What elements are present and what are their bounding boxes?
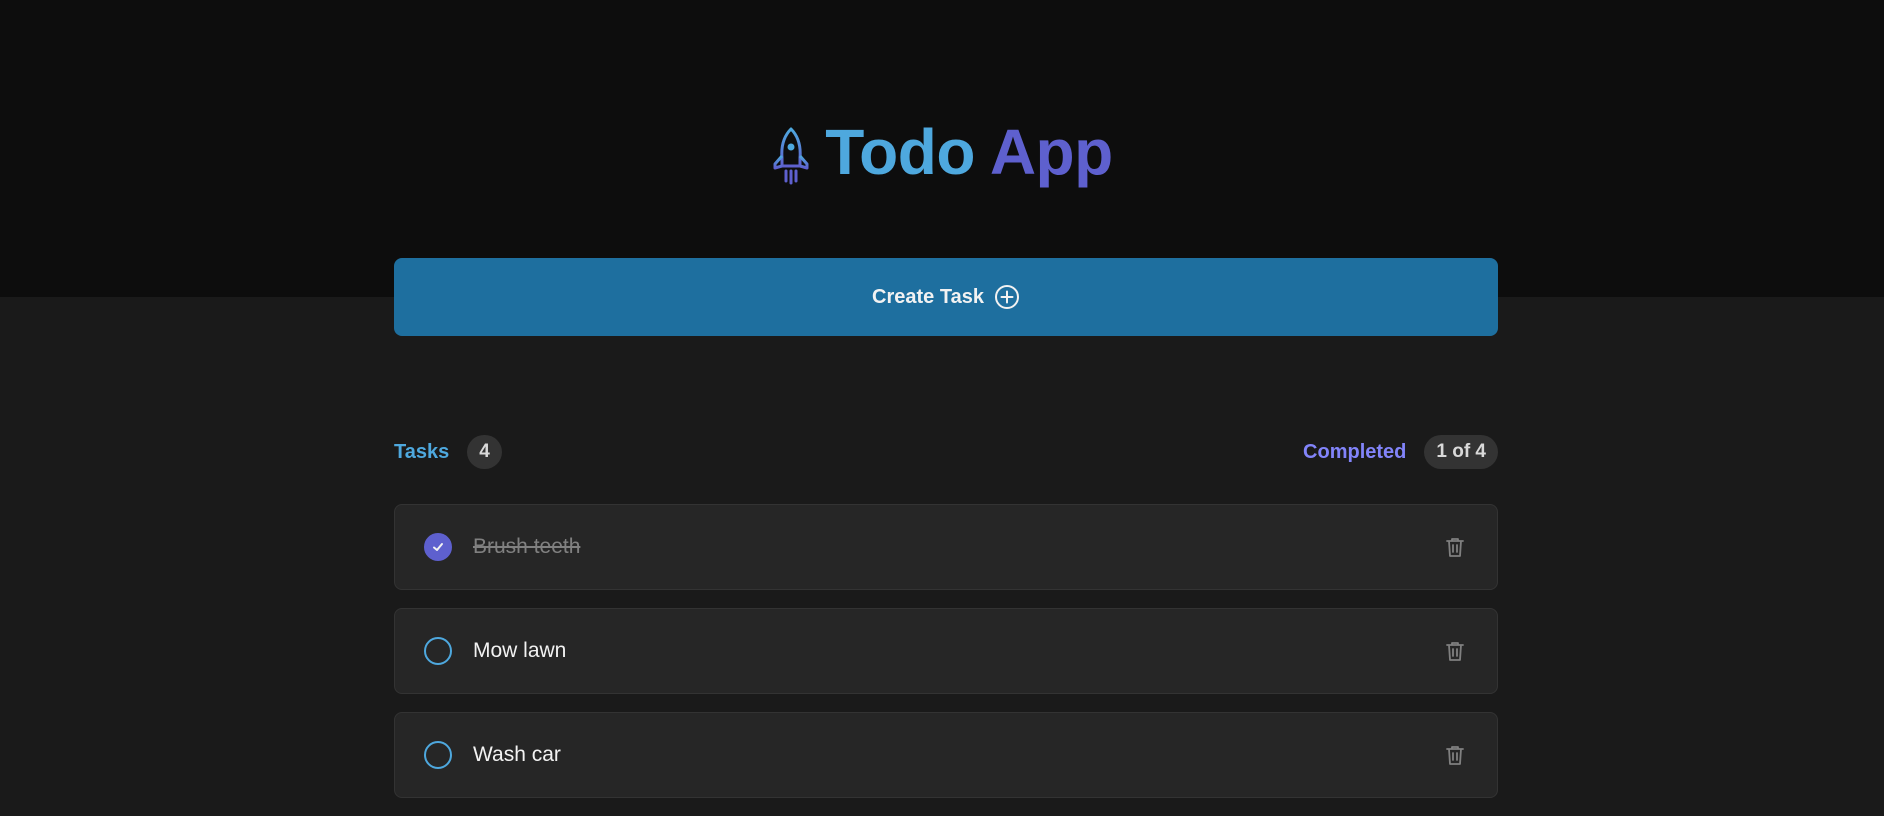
task-text: Mow lawn — [473, 639, 567, 662]
create-task-button[interactable]: Create Task — [394, 258, 1498, 336]
tasks-label: Tasks — [394, 440, 450, 463]
task-item: Mow lawn — [394, 608, 1498, 694]
brand: Todo App — [0, 112, 1884, 192]
task-item: Brush teeth — [394, 504, 1498, 590]
task-item: Wash car — [394, 712, 1498, 798]
trash-icon[interactable] — [1443, 639, 1467, 663]
app-title-word2: App — [989, 116, 1113, 188]
trash-icon[interactable] — [1443, 743, 1467, 767]
task-checkbox[interactable] — [424, 637, 452, 665]
check-icon — [433, 543, 443, 551]
plus-circle-icon — [994, 285, 1019, 309]
tasks-count-badge: 4 — [467, 435, 502, 469]
create-task-label: Create Task — [872, 285, 984, 308]
trash-icon[interactable] — [1443, 535, 1467, 559]
task-text: Wash car — [473, 743, 561, 766]
completed-label: Completed — [1303, 440, 1407, 463]
app-title-word1: Todo — [825, 116, 975, 188]
rocket-icon — [773, 127, 809, 185]
task-list: Brush teeth Mow lawn Wash car — [394, 504, 1498, 816]
completed-count-group: Completed 1 of 4 — [1303, 435, 1498, 469]
task-checkbox[interactable] — [424, 741, 452, 769]
task-checkbox[interactable] — [424, 533, 452, 561]
app-title: Todo App — [825, 120, 1113, 184]
tasks-count-group: Tasks 4 — [394, 435, 502, 469]
task-text: Brush teeth — [473, 535, 581, 558]
completed-count-badge: 1 of 4 — [1424, 435, 1498, 469]
header-band: Todo App — [0, 0, 1884, 297]
task-summary: Tasks 4 Completed 1 of 4 — [394, 435, 1498, 469]
